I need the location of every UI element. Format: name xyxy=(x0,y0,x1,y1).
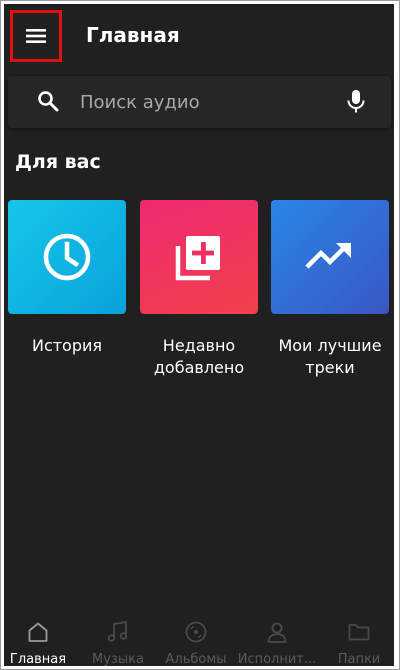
recently-added-card-label: Недавно добавлено xyxy=(153,336,245,377)
recently-added-card-tile xyxy=(140,200,258,314)
page-title: Главная xyxy=(86,23,180,47)
search-input[interactable] xyxy=(80,86,320,118)
top-tracks-card[interactable]: Мои лучшие треки xyxy=(271,200,389,379)
home-icon xyxy=(28,622,48,642)
person-icon xyxy=(267,622,287,643)
history-card[interactable]: История xyxy=(8,200,126,357)
add-to-playlist-icon xyxy=(175,236,220,281)
music-note-icon xyxy=(107,620,128,642)
app-screen: Главная Для вас История xyxy=(4,4,394,666)
for-you-heading: Для вас xyxy=(15,151,101,173)
menu-button[interactable] xyxy=(10,10,62,62)
folder-icon xyxy=(348,624,370,641)
album-icon xyxy=(185,621,207,643)
top-tracks-card-label: Мои лучшие треки xyxy=(278,336,382,377)
microphone-icon[interactable] xyxy=(344,88,368,114)
search-icon xyxy=(38,91,59,112)
clock-icon xyxy=(43,233,91,281)
nav-artists-label: Исполнит... xyxy=(237,652,317,666)
nav-folders[interactable]: Папки xyxy=(319,608,394,666)
trending-up-icon xyxy=(305,243,351,269)
nav-albums-label: Альбомы xyxy=(165,652,227,666)
nav-folders-label: Папки xyxy=(337,652,381,666)
recently-added-card[interactable]: Недавно добавлено xyxy=(140,200,258,379)
search-bar[interactable] xyxy=(8,76,391,128)
nav-albums[interactable]: Альбомы xyxy=(156,608,236,666)
history-card-label: История xyxy=(31,336,103,355)
history-card-tile xyxy=(8,200,126,314)
nav-home-label: Главная xyxy=(9,652,67,666)
bottom-navigation: Главная Музыка Альбомы Исполнит... Папки xyxy=(4,608,394,666)
top-app-bar: Главная xyxy=(4,4,394,70)
top-tracks-card-tile xyxy=(271,200,389,314)
nav-home[interactable]: Главная xyxy=(4,608,78,666)
nav-music-label: Музыка xyxy=(92,652,144,666)
nav-music[interactable]: Музыка xyxy=(78,608,158,666)
nav-artists[interactable]: Исполнит... xyxy=(237,608,317,666)
hamburger-menu-icon xyxy=(26,29,46,43)
